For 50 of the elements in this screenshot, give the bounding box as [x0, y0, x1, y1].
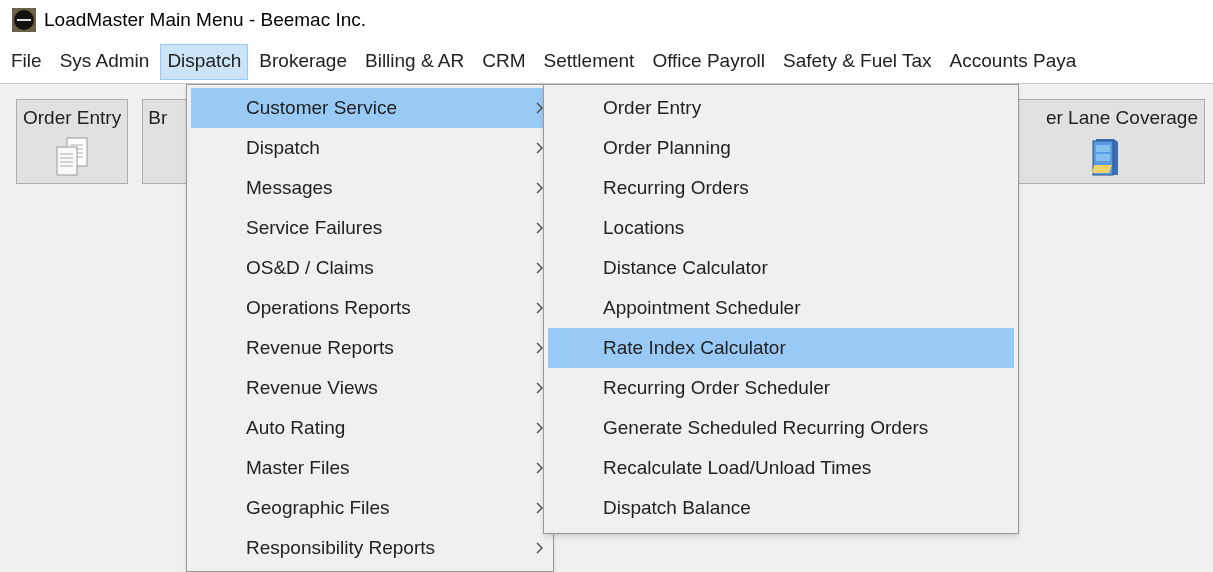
menu-bar-item[interactable]: Accounts Paya	[942, 43, 1084, 80]
menu-bar-item[interactable]: CRM	[475, 43, 533, 80]
menu-item[interactable]: Revenue Views	[191, 368, 549, 408]
menu-item[interactable]: Rate Index Calculator	[548, 328, 1014, 368]
menu-item[interactable]: Responsibility Reports	[191, 528, 549, 568]
chevron-right-icon	[536, 262, 543, 274]
chevron-right-icon	[536, 542, 543, 554]
chevron-right-icon	[536, 422, 543, 434]
menu-item[interactable]: Geographic Files	[191, 488, 549, 528]
chevron-right-icon	[536, 502, 543, 514]
chevron-right-icon	[536, 142, 543, 154]
toolbar-button[interactable]: Order Entry	[16, 99, 129, 184]
menu-item[interactable]: Master Files	[191, 448, 549, 488]
chevron-right-icon	[536, 182, 543, 194]
chevron-right-icon	[536, 462, 543, 474]
menu-item[interactable]: OS&D / Claims	[191, 248, 549, 288]
menu-bar-item[interactable]: Office Payroll	[645, 43, 772, 80]
menu-item[interactable]: Messages	[191, 168, 549, 208]
menu-bar-item[interactable]: File	[4, 43, 49, 80]
menu-item[interactable]: Recurring Orders	[548, 168, 1014, 208]
menu-bar-item[interactable]: Sys Admin	[52, 43, 157, 80]
menu-item[interactable]: Dispatch	[191, 128, 549, 168]
documents-icon	[55, 136, 90, 177]
toolbar-button[interactable]: er Lane Coverage	[1017, 99, 1205, 184]
menu-item[interactable]: Locations	[548, 208, 1014, 248]
chevron-right-icon	[536, 382, 543, 394]
menu-item[interactable]: Service Failures	[191, 208, 549, 248]
menu-item[interactable]: Auto Rating	[191, 408, 549, 448]
chevron-right-icon	[536, 342, 543, 354]
menu-bar-item[interactable]: Dispatch	[160, 43, 249, 80]
menu-bar-item[interactable]: Settlement	[536, 43, 642, 80]
menu-item[interactable]: Recalculate Load/Unload Times	[548, 448, 1014, 488]
window-title: LoadMaster Main Menu - Beemac Inc.	[44, 7, 367, 32]
filing-cabinet-icon	[1090, 136, 1120, 177]
chevron-right-icon	[536, 222, 543, 234]
app-logo-icon	[12, 8, 36, 32]
menu-item[interactable]: Order Entry	[548, 88, 1014, 128]
menu-bar-item[interactable]: Billing & AR	[358, 43, 472, 80]
menu-item[interactable]: Dispatch Balance	[548, 488, 1014, 528]
menu-item[interactable]: Recurring Order Scheduler	[548, 368, 1014, 408]
menu-item[interactable]: Appointment Scheduler	[548, 288, 1014, 328]
menu-item[interactable]: Order Planning	[548, 128, 1014, 168]
menu-item[interactable]: Revenue Reports	[191, 328, 549, 368]
menu-bar-item[interactable]: Brokerage	[252, 43, 354, 80]
menu-bar-item[interactable]: Safety & Fuel Tax	[776, 43, 939, 80]
chevron-right-icon	[536, 302, 543, 314]
menu-item[interactable]: Generate Scheduled Recurring Orders	[548, 408, 1014, 448]
chevron-right-icon	[536, 102, 543, 114]
menu-item[interactable]: Distance Calculator	[548, 248, 1014, 288]
menu-item[interactable]: Operations Reports	[191, 288, 549, 328]
